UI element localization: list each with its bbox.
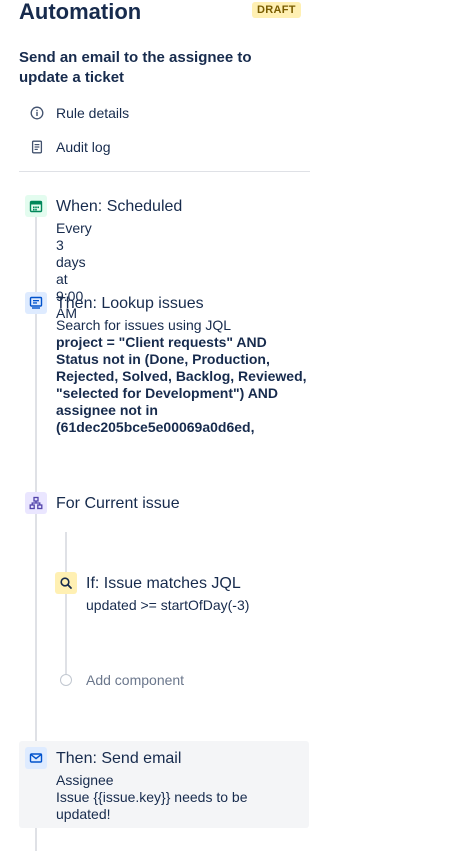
calendar-icon xyxy=(25,195,47,217)
envelope-icon xyxy=(25,747,47,769)
search-icon xyxy=(55,572,77,594)
rule-details-label: Rule details xyxy=(56,105,130,121)
rule-details-link[interactable]: Rule details xyxy=(30,102,129,124)
branch-connector xyxy=(65,532,67,674)
page-header: Automation DRAFT xyxy=(19,0,309,30)
email-to: Assignee xyxy=(56,772,114,788)
info-icon xyxy=(30,106,44,120)
email-subject: Issue {{issue.key}} needs to be updated! xyxy=(56,789,248,822)
audit-log-link[interactable]: Audit log xyxy=(30,136,110,158)
draft-badge: DRAFT xyxy=(252,2,301,18)
lookup-issues-icon xyxy=(25,292,47,314)
document-icon xyxy=(30,140,44,154)
branch-title: For Current issue xyxy=(56,495,180,512)
trigger-title: When: Scheduled xyxy=(56,198,183,215)
rule-name[interactable]: Send an email to the assignee to update … xyxy=(19,48,279,88)
page-title: Automation xyxy=(19,0,142,24)
condition-desc: updated >= startOfDay(-3) xyxy=(86,597,250,613)
lookup-jql: project = "Client requests" AND Status n… xyxy=(56,334,307,435)
lookup-title: Then: Lookup issues xyxy=(56,295,204,312)
audit-log-label: Audit log xyxy=(56,139,111,155)
condition-title: If: Issue matches JQL xyxy=(86,575,241,592)
add-component-dot[interactable] xyxy=(60,674,72,686)
email-title: Then: Send email xyxy=(56,750,182,767)
divider xyxy=(19,171,310,172)
send-email-step[interactable]: Then: Send email Assignee Issue {{issue.… xyxy=(19,741,309,828)
lookup-desc: Search for issues using JQL xyxy=(56,317,232,333)
add-component-button[interactable]: Add component xyxy=(86,672,184,689)
branch-icon xyxy=(25,492,47,514)
